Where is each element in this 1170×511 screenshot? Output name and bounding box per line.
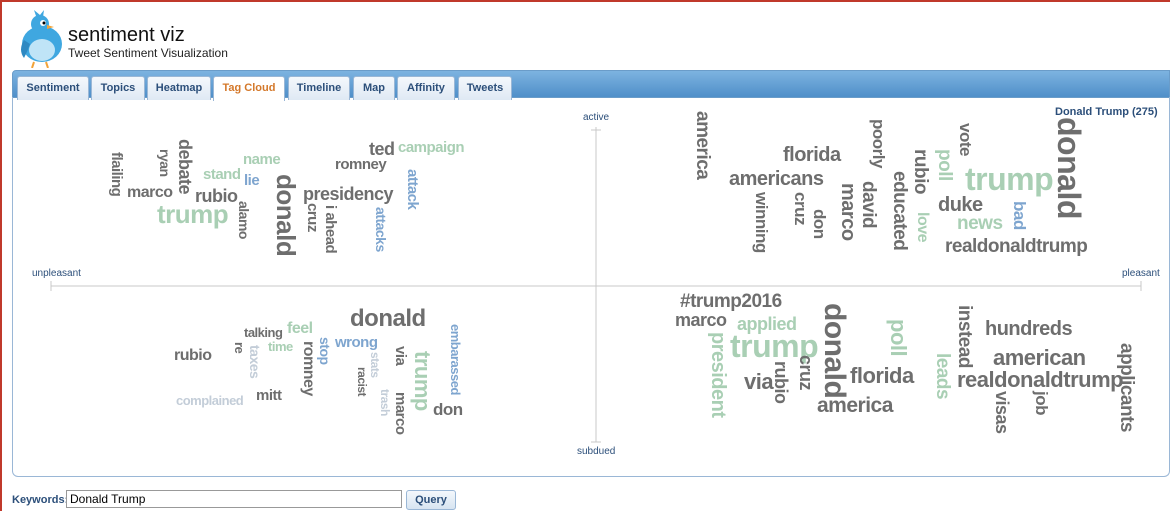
tag-word[interactable]: alamo	[236, 201, 252, 239]
tag-word[interactable]: stop	[317, 337, 333, 365]
tag-word[interactable]: presidency	[303, 185, 394, 203]
tag-word[interactable]: educated	[889, 171, 910, 250]
tag-word[interactable]: cruz	[796, 355, 816, 390]
tag-word[interactable]: stand	[203, 167, 241, 182]
tag-word[interactable]: feel	[287, 321, 313, 337]
tag-word[interactable]: complained	[176, 394, 244, 407]
tag-word[interactable]: marco	[392, 392, 409, 435]
tag-word[interactable]: leads	[932, 353, 953, 399]
tag-word[interactable]: campaign	[398, 140, 465, 155]
tag-word[interactable]: romney	[335, 157, 387, 172]
tag-word[interactable]: america	[692, 111, 713, 179]
tag-cloud-panel: active subdued unpleasant pleasant Donal…	[12, 97, 1170, 477]
app-title: sentiment viz	[68, 24, 185, 46]
tag-word[interactable]: name	[243, 152, 281, 167]
tag-word[interactable]: trump	[157, 201, 229, 227]
tag-word[interactable]: attacks	[373, 207, 389, 252]
app-subtitle: Tweet Sentiment Visualization	[68, 46, 228, 60]
tag-word[interactable]: donald	[271, 174, 301, 256]
axis-label-active: active	[583, 112, 610, 123]
tag-word[interactable]: racist	[355, 367, 369, 396]
axis-label-pleasant: pleasant	[1122, 268, 1160, 279]
tag-word[interactable]: realdonaldtrump	[945, 237, 1088, 256]
tag-word[interactable]: rubio	[910, 149, 931, 194]
tab-bar: Sentiment Topics Heatmap Tag Cloud Timel…	[12, 70, 1170, 101]
tag-word[interactable]: embarassed	[448, 324, 463, 395]
tag-word[interactable]: realdonaldtrump	[957, 369, 1124, 391]
tag-word[interactable]: donald	[1051, 117, 1087, 219]
tag-word[interactable]: poll	[934, 149, 955, 181]
tag-word[interactable]: duke	[938, 195, 983, 215]
tag-word[interactable]: flailing	[108, 152, 125, 196]
tag-word[interactable]: vote	[956, 123, 975, 156]
tag-word[interactable]: instead	[954, 305, 975, 368]
tag-word[interactable]: cruz	[304, 203, 321, 232]
tag-word[interactable]: applicants	[1116, 343, 1137, 432]
tag-word[interactable]: via	[392, 346, 409, 365]
tag-word[interactable]: trump	[410, 351, 435, 411]
tag-word[interactable]: donald	[350, 307, 426, 331]
tag-word[interactable]: re	[232, 342, 247, 353]
tag-word[interactable]: donald	[818, 303, 851, 398]
tag-word[interactable]: trump	[965, 163, 1054, 195]
axis-label-unpleasant: unpleasant	[32, 268, 81, 279]
tag-word[interactable]: don	[433, 401, 463, 418]
tag-word[interactable]: poll	[886, 319, 911, 356]
tag-word[interactable]: hundreds	[985, 319, 1073, 339]
tag-word[interactable]: ryan	[157, 149, 173, 177]
twitter-bird-logo	[21, 10, 62, 68]
tag-word[interactable]: #trump2016	[680, 292, 782, 311]
keywords-label: Keywords:	[12, 494, 69, 506]
query-button[interactable]: Query	[406, 490, 456, 510]
tag-word[interactable]: marco	[837, 183, 859, 241]
tag-word[interactable]: american	[993, 347, 1086, 369]
tag-word[interactable]: david	[858, 181, 879, 228]
tag-word[interactable]: cruz	[791, 192, 810, 225]
tag-word[interactable]: florida	[850, 365, 914, 387]
tag-word[interactable]: time	[268, 340, 293, 353]
tag-word[interactable]: rubio	[174, 348, 212, 364]
tag-word[interactable]: taxes	[247, 345, 263, 378]
tag-word[interactable]: americans	[729, 169, 824, 189]
axis-label-subdued: subdued	[577, 446, 616, 457]
tag-word[interactable]: marco	[675, 311, 727, 329]
tag-word[interactable]: winning	[752, 192, 771, 253]
tag-word[interactable]: via	[744, 371, 774, 393]
tag-word[interactable]: job	[1032, 391, 1051, 415]
tag-word[interactable]: wrong	[335, 335, 378, 350]
tag-word[interactable]: president	[707, 332, 729, 418]
tag-word[interactable]: don	[810, 209, 829, 239]
keywords-input[interactable]	[66, 490, 402, 508]
tag-word[interactable]: stats	[368, 352, 382, 378]
tag-word[interactable]: bad	[1010, 201, 1029, 230]
tag-word[interactable]: poorly	[869, 119, 888, 168]
tag-word[interactable]: visas	[992, 391, 1012, 434]
tag-word[interactable]: news	[957, 214, 1003, 233]
tag-word[interactable]: romney	[300, 341, 317, 396]
tag-word[interactable]: mitt	[256, 388, 282, 403]
tag-word[interactable]: trash	[378, 389, 392, 416]
tag-word[interactable]: attack	[404, 169, 421, 209]
tag-word[interactable]: love	[914, 212, 931, 242]
tag-word[interactable]: debate	[175, 139, 195, 194]
tag-word[interactable]: america	[817, 395, 893, 416]
tag-word[interactable]: lie	[244, 173, 260, 188]
tag-word[interactable]: rubio	[771, 361, 791, 404]
tag-word[interactable]: i ahead	[322, 205, 339, 253]
tag-word[interactable]: talking	[244, 326, 283, 339]
tag-word[interactable]: florida	[783, 145, 841, 165]
app-header: sentiment viz Tweet Sentiment Visualizat…	[14, 10, 614, 70]
